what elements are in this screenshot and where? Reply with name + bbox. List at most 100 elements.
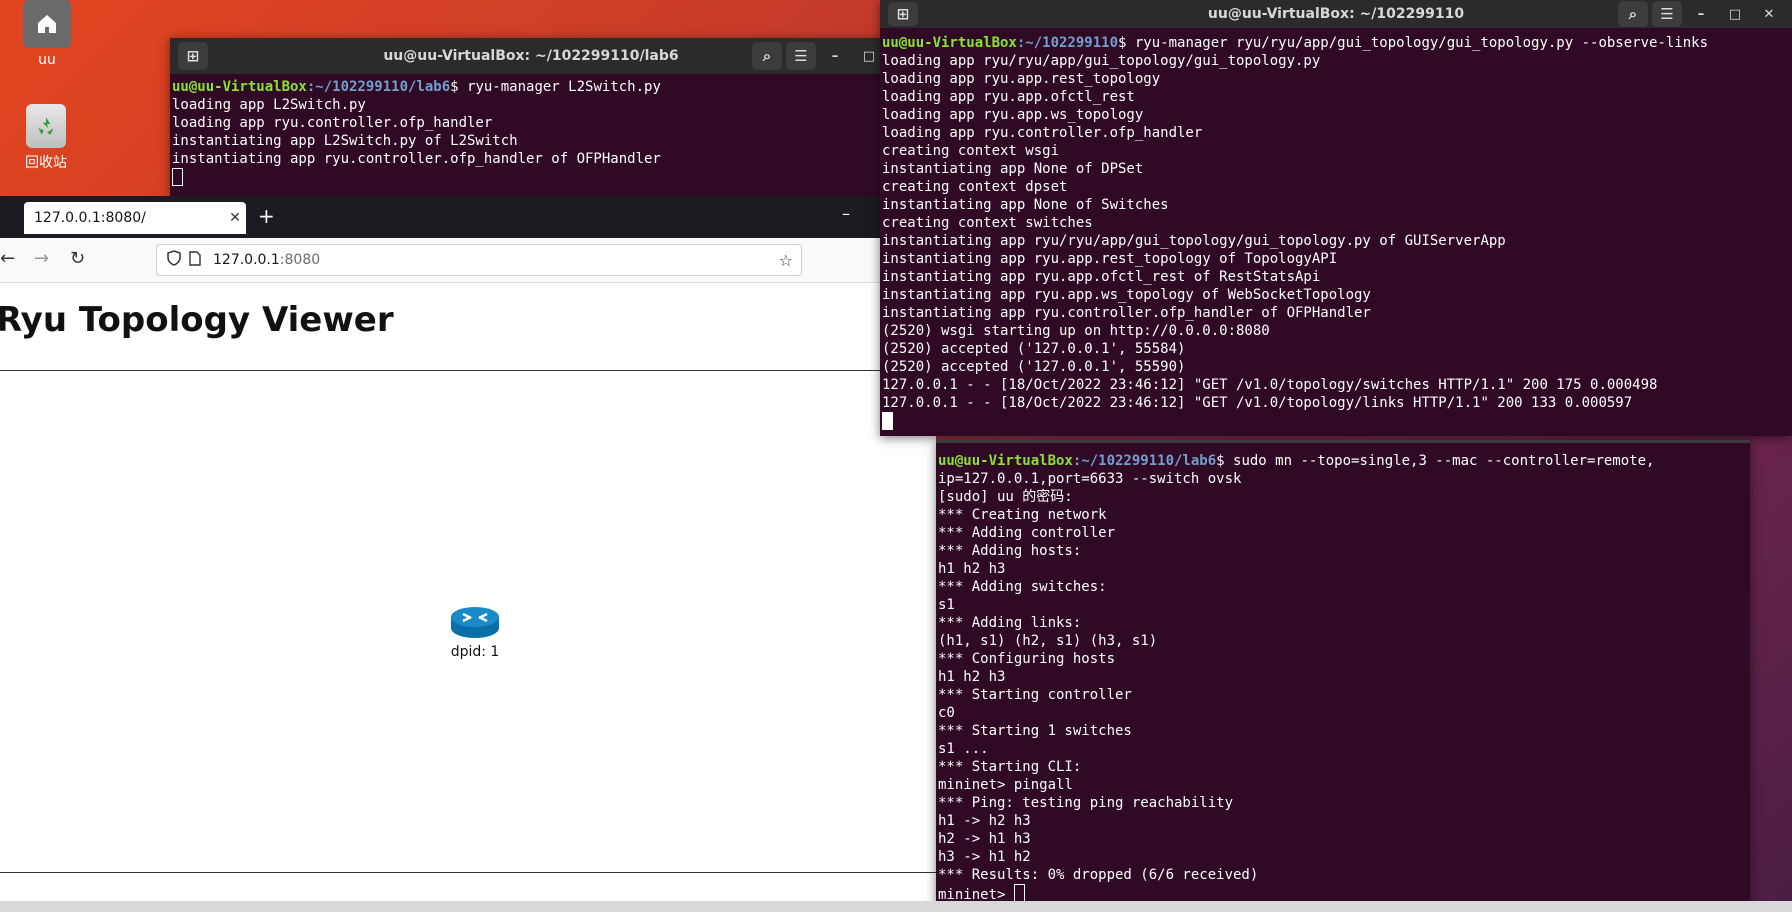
menu-icon[interactable]: ☰ [1652, 1, 1682, 27]
output-line: (2520) wsgi starting up on http://0.0.0.… [882, 323, 1270, 339]
output-line: loading app ryu/ryu/app/gui_topology/gui… [882, 53, 1321, 69]
search-icon[interactable]: ⌕ [1618, 1, 1648, 27]
command-text: $ ryu-manager L2Switch.py [450, 79, 661, 95]
output-line: instantiating app ryu.controller.ofp_han… [882, 305, 1371, 321]
node-label: dpid: 1 [450, 644, 500, 660]
new-tab-icon[interactable]: ⊞ [178, 42, 208, 70]
output-line: (2520) accepted ('127.0.0.1', 55584) [882, 341, 1186, 357]
desktop-home-icon[interactable]: uu [12, 0, 82, 68]
prompt-path: :~/102299110/lab6 [1072, 453, 1217, 469]
output-line: creating context wsgi [882, 143, 1060, 159]
new-tab-button[interactable]: + [258, 204, 275, 228]
close-icon[interactable]: ✕ [1754, 0, 1784, 28]
prompt-user: uu@uu-VirtualBox [882, 35, 1017, 51]
output-line: instantiating app ryu.app.rest_topology … [882, 251, 1338, 267]
output-line: loading app ryu.controller.ofp_handler [172, 115, 493, 131]
output-line: instantiating app ryu.controller.ofp_han… [172, 151, 661, 167]
output-line: c0 [938, 705, 955, 721]
minimize-icon[interactable]: – [820, 42, 850, 70]
browser-tab[interactable]: 127.0.0.1:8080/ ✕ [24, 202, 246, 234]
output-line: loading app L2Switch.py [172, 97, 366, 113]
output-line: *** Configuring hosts [938, 651, 1116, 667]
output-line: *** Adding controller [938, 525, 1116, 541]
text-cursor [172, 168, 183, 186]
output-line: instantiating app ryu.app.ws_topology of… [882, 287, 1371, 303]
prompt-path: :~/102299110/lab6 [306, 79, 451, 95]
trash-icon [26, 104, 66, 148]
output-line: *** Creating network [938, 507, 1107, 523]
shield-icon[interactable] [167, 250, 183, 270]
url-bar[interactable]: 127.0.0.1:8080 ☆ [156, 244, 802, 276]
output-line: *** Adding hosts: [938, 543, 1082, 559]
menu-icon[interactable]: ☰ [786, 42, 816, 70]
output-line: instantiating app ryu/ryu/app/gui_topolo… [882, 233, 1506, 249]
terminal-output[interactable]: uu@uu-VirtualBox:~/102299110$ ryu-manage… [880, 28, 1792, 436]
output-line: mininet> pingall [938, 777, 1073, 793]
desktop-trash-icon[interactable]: 回收站 [11, 104, 81, 172]
output-line: h2 -> h1 h3 [938, 831, 1031, 847]
output-line: creating context dpset [882, 179, 1068, 195]
prompt-user: uu@uu-VirtualBox [172, 79, 307, 95]
trash-label: 回收站 [25, 155, 67, 171]
output-line: instantiating app ryu.app.ofctl_rest of … [882, 269, 1321, 285]
output-line: [sudo] uu 的密码: [938, 489, 1073, 505]
output-line: instantiating app None of Switches [882, 197, 1169, 213]
browser-window[interactable]: 127.0.0.1:8080/ ✕ + – ← → ↻ 127.0.0.1:80… [0, 196, 936, 912]
command-text: $ ryu-manager ryu/ryu/app/gui_topology/g… [1118, 35, 1709, 51]
new-tab-icon[interactable]: ⊞ [888, 2, 918, 26]
prompt-user: uu@uu-VirtualBox [938, 453, 1073, 469]
home-folder-icon [23, 0, 71, 48]
minimize-icon[interactable]: – [1686, 0, 1716, 28]
browser-tab-strip: 127.0.0.1:8080/ ✕ + – [0, 196, 936, 238]
browser-minimize-icon[interactable]: – [842, 204, 850, 223]
output-line: loading app ryu.app.ws_topology [882, 107, 1144, 123]
terminal-titlebar[interactable]: ⊞ uu@uu-VirtualBox: ~/102299110 ⌕ ☰ – □ … [880, 0, 1792, 28]
output-line: h1 -> h2 h3 [938, 813, 1031, 829]
topology-node[interactable]: dpid: 1 [440, 604, 510, 660]
output-line: instantiating app L2Switch.py of L2Switc… [172, 133, 518, 149]
output-line: *** Adding switches: [938, 579, 1107, 595]
output-line: instantiating app None of DPSet [882, 161, 1144, 177]
reload-icon[interactable]: ↻ [70, 248, 85, 269]
terminal-window-mininet[interactable]: uu@uu-VirtualBox:~/102299110/lab6$ sudo … [936, 440, 1750, 905]
output-line: *** Ping: testing ping reachability [938, 795, 1234, 811]
url-host: 127.0.0.1 [213, 252, 280, 268]
search-icon[interactable]: ⌕ [752, 42, 782, 70]
command-text: $ sudo mn --topo=single,3 --mac --contro… [1216, 453, 1655, 469]
close-tab-icon[interactable]: ✕ [224, 210, 246, 226]
output-line: 127.0.0.1 - - [18/Oct/2022 23:46:12] "GE… [882, 395, 1633, 411]
forward-icon[interactable]: → [34, 248, 49, 269]
terminal-window-lab6[interactable]: ⊞ uu@uu-VirtualBox: ~/102299110/lab6 ⌕ ☰… [170, 38, 892, 196]
prompt-path: :~/102299110 [1016, 35, 1119, 51]
output-line: (h1, s1) (h2, s1) (h3, s1) [938, 633, 1158, 649]
output-line: 127.0.0.1 - - [18/Oct/2022 23:46:12] "GE… [882, 377, 1658, 393]
bookmark-star-icon[interactable]: ☆ [779, 251, 793, 270]
output-line: creating context switches [882, 215, 1093, 231]
divider [0, 370, 936, 371]
maximize-icon[interactable]: □ [1720, 0, 1750, 28]
output-line: h1 h2 h3 [938, 561, 1006, 577]
output-line: ip=127.0.0.1,port=6633 --switch ovsk [938, 471, 1242, 487]
output-line: h3 -> h1 h2 [938, 849, 1031, 865]
browser-nav-bar: ← → ↻ 127.0.0.1:8080 ☆ [0, 238, 936, 283]
terminal-window-gui-topology[interactable]: ⊞ uu@uu-VirtualBox: ~/102299110 ⌕ ☰ – □ … [880, 0, 1792, 436]
horizontal-scrollbar[interactable] [0, 901, 1792, 912]
output-line: *** Starting CLI: [938, 759, 1082, 775]
terminal-output[interactable]: uu@uu-VirtualBox:~/102299110/lab6$ ryu-m… [170, 74, 892, 192]
output-line: *** Results: 0% dropped (6/6 received) [938, 867, 1259, 883]
text-cursor [882, 412, 893, 430]
divider [0, 872, 936, 873]
text-cursor [1013, 884, 1025, 902]
terminal-titlebar[interactable]: ⊞ uu@uu-VirtualBox: ~/102299110/lab6 ⌕ ☰… [170, 38, 892, 74]
home-folder-label: uu [38, 52, 56, 68]
output-line: loading app ryu.app.rest_topology [882, 71, 1161, 87]
output-line: s1 [938, 597, 955, 613]
terminal-output[interactable]: uu@uu-VirtualBox:~/102299110/lab6$ sudo … [936, 443, 1750, 905]
router-icon [451, 607, 499, 638]
back-icon[interactable]: ← [0, 248, 15, 269]
output-line: s1 ... [938, 741, 989, 757]
output-line: h1 h2 h3 [938, 669, 1006, 685]
page-info-icon[interactable] [189, 250, 205, 270]
output-line: *** Starting 1 switches [938, 723, 1132, 739]
output-line: *** Starting controller [938, 687, 1132, 703]
